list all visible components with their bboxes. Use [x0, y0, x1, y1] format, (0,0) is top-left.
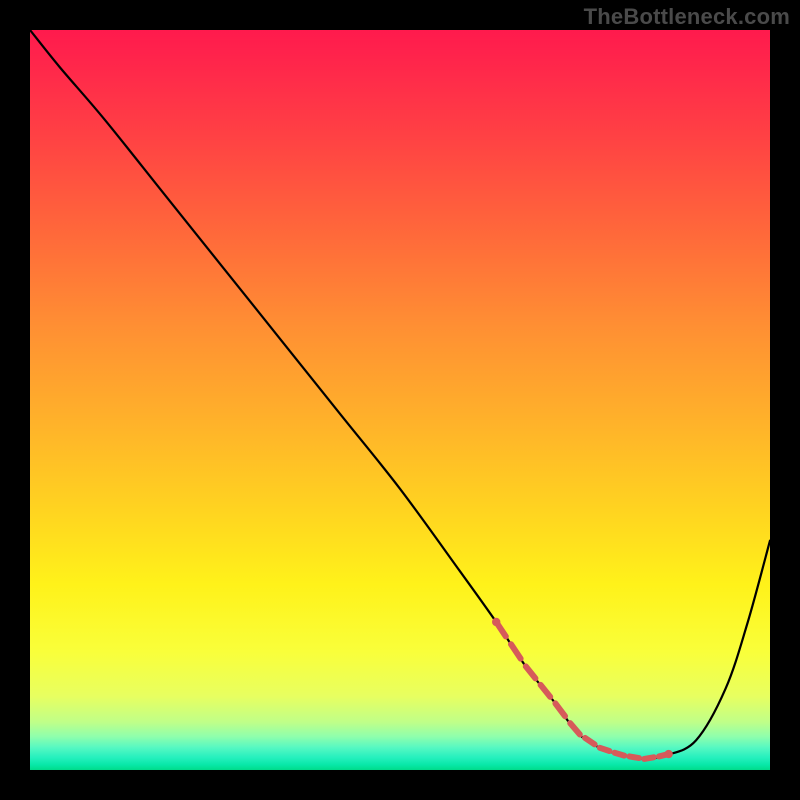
bottleneck-curve-svg [30, 30, 770, 770]
trough-dash [555, 703, 565, 716]
trough-dot [664, 750, 672, 758]
chart-frame: TheBottleneck.com [0, 0, 800, 800]
trough-dash [600, 748, 610, 751]
plot-area [30, 30, 770, 770]
trough-marker-group [492, 618, 673, 759]
trough-dash [585, 738, 595, 744]
trough-dot [492, 618, 500, 626]
trough-dash [644, 757, 654, 759]
trough-dash [541, 685, 551, 697]
trough-dash [526, 666, 536, 678]
trough-dash [570, 723, 580, 734]
attribution-text: TheBottleneck.com [584, 4, 790, 30]
trough-dash [511, 644, 521, 658]
trough-dash [615, 753, 625, 756]
bottleneck-curve-path [30, 30, 770, 759]
trough-dash [629, 756, 639, 758]
